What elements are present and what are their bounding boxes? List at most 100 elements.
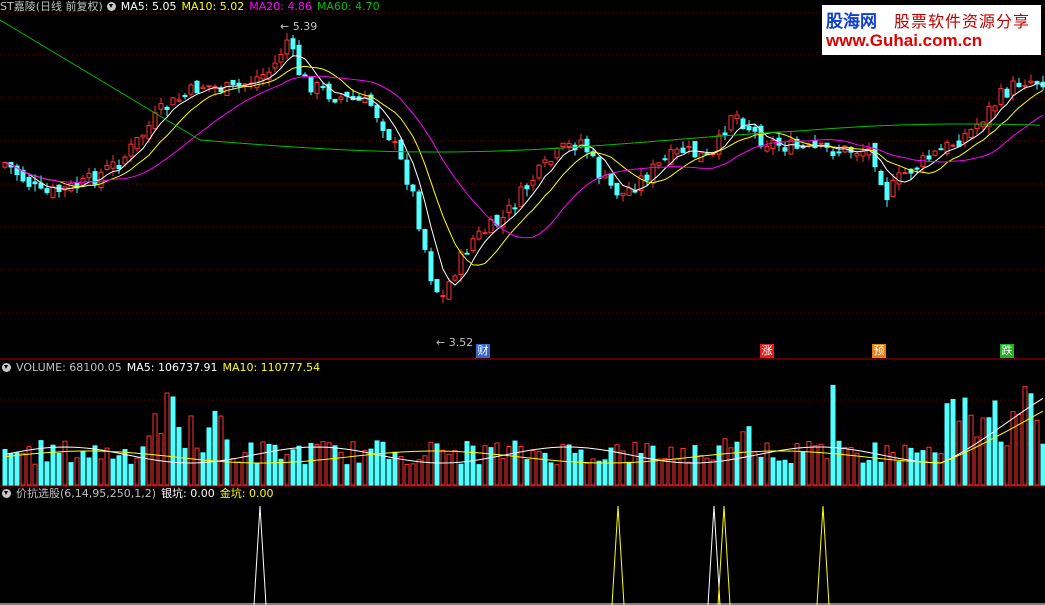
volume-bar bbox=[806, 441, 812, 486]
volume-bar bbox=[212, 410, 218, 486]
volume-bar bbox=[494, 442, 500, 486]
volume-bar bbox=[2, 448, 8, 486]
volume-bar bbox=[722, 438, 728, 486]
volume-bar bbox=[350, 441, 356, 486]
volume-bar bbox=[14, 452, 20, 486]
candle bbox=[674, 148, 680, 155]
volume-bar bbox=[926, 446, 932, 486]
volume-bar bbox=[26, 446, 32, 486]
candle bbox=[524, 185, 530, 190]
watermark-site: 股海网 bbox=[826, 12, 877, 31]
candle bbox=[92, 171, 98, 185]
marker-die[interactable]: 跌 bbox=[1000, 344, 1014, 358]
candle bbox=[1022, 85, 1028, 88]
ma10-label: MA10: 5.02 bbox=[181, 0, 245, 13]
volume-bar bbox=[824, 458, 830, 486]
volume-bar bbox=[530, 449, 536, 486]
candle bbox=[1028, 80, 1034, 84]
volume-bar bbox=[830, 384, 836, 486]
candle bbox=[788, 139, 794, 155]
marker-yu[interactable]: 预 bbox=[872, 344, 886, 358]
candle bbox=[812, 139, 818, 148]
watermark-slogan: 股票软件资源分享 bbox=[894, 14, 1031, 31]
volume-bar bbox=[776, 460, 782, 486]
volume-bar bbox=[116, 455, 122, 486]
volume-bar bbox=[1034, 419, 1040, 486]
candle bbox=[134, 137, 140, 150]
dropdown-icon[interactable] bbox=[2, 363, 11, 372]
candle bbox=[962, 132, 968, 143]
indicator-spike bbox=[816, 505, 830, 605]
candle bbox=[140, 134, 146, 138]
dropdown-icon[interactable] bbox=[106, 2, 116, 11]
volume-bar bbox=[410, 463, 416, 486]
candle bbox=[884, 181, 890, 201]
volume-bar bbox=[158, 433, 164, 486]
candle bbox=[230, 79, 236, 85]
volume-bar bbox=[794, 443, 800, 486]
volume-bar bbox=[206, 427, 212, 486]
volume-bar bbox=[524, 459, 530, 486]
volume-bar bbox=[8, 453, 14, 486]
volume-bar bbox=[320, 441, 326, 486]
candle bbox=[530, 180, 536, 186]
candle bbox=[116, 165, 122, 170]
volume-ma10-label: MA10: 110777.54 bbox=[222, 361, 321, 374]
dropdown-icon[interactable] bbox=[2, 489, 11, 498]
volume-bar bbox=[668, 446, 674, 486]
indicator-spike bbox=[253, 505, 267, 605]
volume-bar bbox=[698, 454, 704, 486]
candle bbox=[890, 180, 896, 198]
candle bbox=[914, 167, 920, 170]
candle bbox=[692, 141, 698, 158]
volume-bar bbox=[932, 452, 938, 486]
volume-bar bbox=[914, 452, 920, 486]
volume-bar bbox=[764, 442, 770, 486]
candle bbox=[422, 229, 428, 250]
volume-bar bbox=[986, 417, 992, 486]
volume-bar bbox=[650, 445, 656, 486]
candle bbox=[632, 190, 638, 193]
volume-bar bbox=[998, 441, 1004, 486]
candle bbox=[164, 106, 170, 110]
candle bbox=[50, 186, 56, 198]
volume-bar bbox=[92, 445, 98, 486]
candle bbox=[122, 156, 128, 165]
volume-bar bbox=[284, 453, 290, 486]
watermark-url: www.Guhai.com.cn bbox=[826, 31, 983, 50]
indicator-spike bbox=[707, 505, 721, 605]
candle bbox=[770, 139, 776, 150]
volume-bar bbox=[98, 458, 104, 486]
candle bbox=[320, 86, 326, 89]
volume-bar bbox=[1022, 386, 1028, 486]
volume-bar bbox=[554, 464, 560, 486]
marker-cai[interactable]: 财 bbox=[476, 344, 490, 358]
volume-bar bbox=[446, 453, 452, 486]
volume-bar bbox=[848, 447, 854, 486]
volume-bar bbox=[86, 457, 92, 486]
price-panel-header: ST嘉陵(日线 前复权) MA5: 5.05 MA10: 5.02 MA20: 4.8… bbox=[0, 0, 385, 14]
candle bbox=[992, 105, 998, 112]
volume-bar bbox=[344, 464, 350, 486]
candle bbox=[938, 148, 944, 151]
volume-bar bbox=[38, 440, 44, 486]
volume-bar bbox=[422, 455, 428, 486]
candle bbox=[434, 279, 440, 293]
volume-bar bbox=[224, 439, 230, 486]
volume-bar bbox=[110, 458, 116, 486]
candle bbox=[752, 126, 758, 132]
candle bbox=[272, 62, 278, 69]
volume-bar bbox=[428, 441, 434, 486]
candle bbox=[1004, 88, 1010, 98]
candle bbox=[854, 152, 860, 157]
volume-bar bbox=[536, 450, 542, 486]
volume-bar bbox=[458, 463, 464, 486]
marker-zhang[interactable]: 涨 bbox=[760, 344, 774, 358]
candle bbox=[542, 159, 548, 164]
candle bbox=[608, 173, 614, 186]
volume-bar bbox=[758, 456, 764, 486]
candle bbox=[278, 53, 284, 63]
candle bbox=[176, 99, 182, 102]
candle bbox=[554, 147, 560, 159]
candle bbox=[170, 97, 176, 106]
